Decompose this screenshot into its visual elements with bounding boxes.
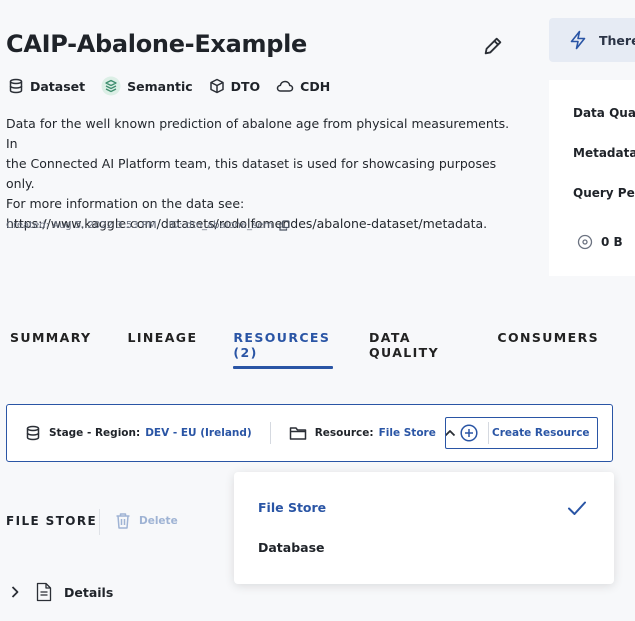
dataset-id: ID: dto_abalone_sem bbox=[168, 220, 274, 231]
folder-icon bbox=[289, 427, 306, 440]
cloud-icon bbox=[276, 80, 294, 92]
resource-label: Resource: bbox=[314, 427, 374, 439]
stage-label: Stage - Region: bbox=[49, 427, 141, 439]
checkmark-icon bbox=[568, 501, 586, 515]
dataset-tags: Dataset Semantic DTO CDH bbox=[8, 76, 346, 96]
stat-metadata: Metadata bbox=[573, 146, 635, 160]
create-resource-label: Create Resource bbox=[492, 427, 590, 439]
tab-lineage[interactable]: LINEAGE bbox=[128, 330, 198, 369]
tag-dataset: Dataset bbox=[8, 78, 85, 94]
stat-query-performance: Query Per bbox=[573, 186, 635, 200]
page-title: CAIP-Abalone-Example bbox=[6, 30, 307, 58]
dropdown-option-file-store[interactable]: File Store bbox=[258, 500, 326, 515]
resource-value: File Store bbox=[378, 427, 436, 439]
description-line: For more information on the data see: bbox=[6, 196, 245, 211]
dropdown-option-database[interactable]: Database bbox=[258, 540, 325, 555]
tag-label: DTO bbox=[230, 78, 261, 94]
database-icon bbox=[9, 78, 23, 94]
disk-icon bbox=[577, 234, 593, 250]
plus-circle-icon bbox=[460, 424, 478, 442]
section-title: FILE STORE bbox=[6, 514, 98, 528]
dataset-meta: Created: Aug 5, 2022 3:53 PM ID: dto_aba… bbox=[6, 220, 290, 231]
tab-summary[interactable]: SUMMARY bbox=[10, 330, 92, 369]
dataset-description: Data for the well known prediction of ab… bbox=[6, 114, 511, 234]
resource-selector[interactable]: Resource: File Store bbox=[289, 425, 464, 441]
pencil-edit-icon[interactable] bbox=[482, 35, 504, 57]
tab-resources[interactable]: RESOURCES (2) bbox=[233, 330, 333, 369]
stats-card: Data Qual Metadata Query Per 0 B bbox=[549, 80, 635, 276]
divider bbox=[99, 509, 100, 535]
copy-icon[interactable] bbox=[279, 220, 290, 231]
trash-icon bbox=[116, 513, 130, 529]
database-icon bbox=[26, 425, 40, 441]
divider bbox=[269, 422, 271, 444]
stage-region-selector[interactable]: Stage - Region: DEV - EU (Ireland) bbox=[25, 425, 252, 441]
resource-dropdown-menu: File Store Database bbox=[234, 472, 614, 584]
stage-value: DEV - EU (Ireland) bbox=[145, 427, 252, 439]
tag-cdh: CDH bbox=[276, 78, 330, 94]
chevron-right-icon bbox=[11, 586, 19, 598]
document-icon bbox=[36, 582, 52, 602]
lightning-icon bbox=[570, 30, 586, 50]
size-value: 0 B bbox=[601, 235, 623, 249]
resource-filter-bar: Stage - Region: DEV - EU (Ireland) Resou… bbox=[6, 404, 613, 462]
tab-bar: SUMMARY LINEAGE RESOURCES (2) DATA QUALI… bbox=[10, 330, 635, 369]
description-line: Data for the well known prediction of ab… bbox=[6, 116, 510, 151]
delete-label: Delete bbox=[139, 515, 178, 527]
tag-semantic: Semantic bbox=[101, 76, 193, 96]
notification-banner[interactable]: There bbox=[549, 18, 635, 62]
details-label: Details bbox=[64, 584, 114, 600]
tag-label: Semantic bbox=[127, 78, 193, 94]
banner-text: There bbox=[599, 32, 635, 48]
tag-label: Dataset bbox=[30, 78, 86, 94]
tag-label: CDH bbox=[300, 78, 331, 94]
semantic-layers-icon bbox=[101, 76, 121, 96]
stat-data-quality: Data Qual bbox=[573, 106, 635, 120]
description-line: the Connected AI Platform team, this dat… bbox=[6, 156, 497, 191]
tag-dto: DTO bbox=[209, 78, 261, 94]
tab-data-quality[interactable]: DATA QUALITY bbox=[369, 330, 461, 369]
stat-size: 0 B bbox=[577, 234, 623, 250]
tab-consumers[interactable]: CONSUMERS bbox=[497, 330, 599, 369]
created-date: Created: Aug 5, 2022 3:53 PM bbox=[6, 220, 157, 231]
delete-button[interactable]: Delete bbox=[115, 512, 178, 530]
cube-icon bbox=[209, 78, 224, 94]
create-resource-button[interactable]: Create Resource bbox=[445, 417, 598, 449]
details-expander[interactable]: Details bbox=[10, 582, 113, 602]
